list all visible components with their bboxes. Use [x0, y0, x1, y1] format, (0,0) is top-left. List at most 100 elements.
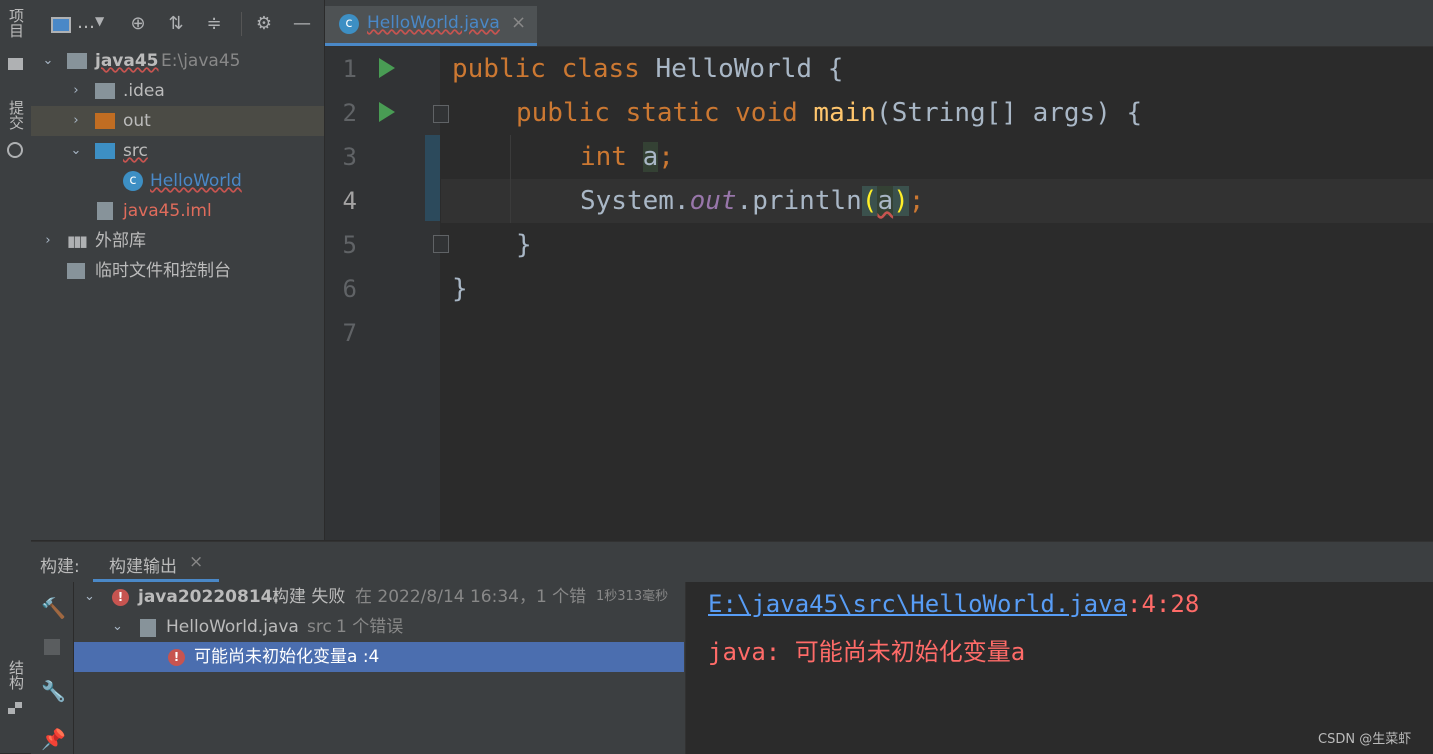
code-line-4: System.out.println(a); [452, 179, 924, 223]
pin-icon[interactable]: 📌 [41, 727, 66, 751]
expand-all-icon[interactable]: ⇅ [165, 13, 187, 35]
build-status: 构建 失败 [272, 587, 346, 607]
project-panel: … ▼ ⊕ ⇅ ≑ ⚙ — ⌄ java45 E:\java45 › .idea… [31, 0, 325, 540]
project-tool-button[interactable]: 项目 [6, 8, 27, 38]
paren-open: ( [861, 186, 878, 216]
commit-icon [7, 142, 23, 158]
line-col: :4:28 [1127, 590, 1200, 618]
view-mode-label[interactable]: … [77, 12, 95, 33]
tree-item-path: E:\java45 [161, 51, 241, 71]
chevron-right-icon[interactable]: › [69, 106, 83, 136]
watermark: CSDN @生菜虾 [1318, 732, 1412, 747]
gear-icon[interactable]: ⚙ [253, 13, 275, 35]
line-number: 5 [342, 231, 357, 259]
build-tree-error[interactable]: ! 可能尚未初始化变量a :4 [74, 642, 684, 672]
keyword: int [580, 142, 643, 172]
tree-item-label: out [123, 111, 151, 131]
run-icon[interactable] [379, 58, 395, 78]
chevron-right-icon[interactable]: › [69, 76, 83, 106]
tree-item-java45[interactable]: ⌄ java45 E:\java45 [31, 46, 324, 76]
build-detail: 在 2022/8/14 16:34，1 个错 [355, 587, 587, 607]
project-toolbar: … ▼ ⊕ ⇅ ≑ ⚙ — [31, 0, 324, 46]
commit-tool-label: 提交 [7, 100, 25, 130]
stop-icon[interactable] [44, 639, 60, 655]
line-number: 2 [342, 99, 357, 127]
build-toolbar: 🔨 🔧 📌 [31, 582, 74, 754]
code-line-6: } [452, 267, 468, 311]
close-icon[interactable]: × [189, 552, 203, 572]
tab-helloworld[interactable]: c HelloWorld.java × [325, 6, 537, 46]
run-icon[interactable] [379, 102, 395, 122]
view-mode-icon[interactable] [51, 17, 71, 33]
semicolon: ; [658, 142, 674, 172]
method-call: .println [736, 186, 862, 216]
hammer-icon[interactable]: 🔨 [41, 596, 66, 620]
error-message: 可能尚未初始化变量a :4 [194, 647, 380, 667]
tree-item-scratches[interactable]: 临时文件和控制台 [31, 256, 324, 286]
build-tree-root[interactable]: ⌄ ! java20220814: 构建 失败 在 2022/8/14 16:3… [74, 582, 684, 612]
code-text: (String[] args) { [876, 98, 1143, 128]
chevron-down-icon[interactable]: ⌄ [112, 612, 123, 642]
code-line-3: int a; [452, 135, 674, 179]
file-link[interactable]: E:\java45\src\HelloWorld.java [708, 590, 1127, 618]
java-class-icon: c [339, 14, 359, 34]
file-dir: src [307, 617, 332, 637]
source-folder-icon [95, 143, 115, 159]
code-line-2: public static void main(String[] args) { [452, 91, 1142, 135]
editor-tab-bar: c HelloWorld.java × [325, 0, 1433, 47]
static-field: out [689, 186, 737, 216]
tree-item-out[interactable]: › out [31, 106, 324, 136]
class-name: HelloWorld [655, 54, 813, 84]
structure-tool-button[interactable]: 结构 [6, 660, 27, 690]
line-number: 6 [342, 275, 357, 303]
toolbar-divider [241, 12, 242, 36]
tree-item-src[interactable]: ⌄ src [31, 136, 324, 166]
project-folder-icon [8, 58, 23, 70]
library-icon: ▮▮▮ [67, 232, 88, 250]
chevron-down-icon[interactable]: ⌄ [84, 582, 95, 612]
java-class-icon: c [123, 171, 143, 191]
build-duration: 1秒313毫秒 [596, 589, 669, 604]
chevron-down-icon[interactable]: ⌄ [69, 136, 83, 166]
build-tab-prefix: 构建: [40, 557, 80, 577]
paren-close: ) [893, 186, 909, 216]
error-icon: ! [112, 582, 129, 612]
console-line-location: E:\java45\src\HelloWorld.java:4:28 [708, 590, 1199, 618]
minimize-icon[interactable]: — [291, 13, 313, 35]
method-name: main [813, 98, 877, 128]
tab-label: 构建输出 [109, 557, 177, 577]
fold-icon[interactable] [433, 105, 449, 123]
code-text: { [812, 54, 844, 84]
build-panel: 构建: 构建输出 × 🔨 🔧 📌 ⌄ ! java20220814: 构建 失败… [31, 541, 1433, 754]
tree-item-label: HelloWorld [150, 171, 242, 191]
console-error-message: java: 可能尚未初始化变量a [708, 638, 1026, 666]
tree-item-iml[interactable]: java45.iml [31, 196, 324, 226]
close-icon[interactable]: × [511, 12, 526, 33]
tree-item-label: 临时文件和控制台 [95, 261, 231, 281]
wrench-icon[interactable]: 🔧 [41, 679, 66, 703]
line-number: 4 [342, 187, 357, 215]
tree-item-helloworld[interactable]: c HelloWorld [31, 166, 324, 196]
tab-label: HelloWorld.java [367, 13, 500, 33]
tree-item-label: 外部库 [95, 231, 146, 251]
collapse-all-icon[interactable]: ≑ [203, 13, 225, 35]
module-file-icon [97, 202, 113, 220]
build-tab-bar: 构建: 构建输出 × [31, 542, 1433, 582]
tab-build-output[interactable]: 构建输出 × [93, 542, 219, 582]
chevron-down-icon[interactable]: ⌄ [41, 46, 55, 76]
code-text: } [516, 230, 532, 260]
tree-item-idea[interactable]: › .idea [31, 76, 324, 106]
code-editor[interactable]: 1 2 3 4 5 6 7 public class HelloWorld { … [325, 47, 1433, 540]
tree-item-label: java45.iml [123, 201, 212, 221]
commit-tool-button[interactable]: 提交 [6, 100, 27, 130]
tree-item-external-libraries[interactable]: › ▮▮▮ 外部库 [31, 226, 324, 256]
file-name: HelloWorld.java [166, 617, 299, 637]
error-count: 1 个错误 [336, 617, 404, 637]
build-tree-file[interactable]: ⌄ HelloWorld.java src 1 个错误 [74, 612, 684, 642]
keyword: public static void [516, 98, 814, 128]
locate-icon[interactable]: ⊕ [127, 13, 149, 35]
fold-icon[interactable] [433, 235, 449, 253]
chevron-down-icon[interactable]: ▼ [95, 14, 104, 28]
module-folder-icon [67, 53, 87, 69]
chevron-right-icon[interactable]: › [41, 226, 55, 256]
